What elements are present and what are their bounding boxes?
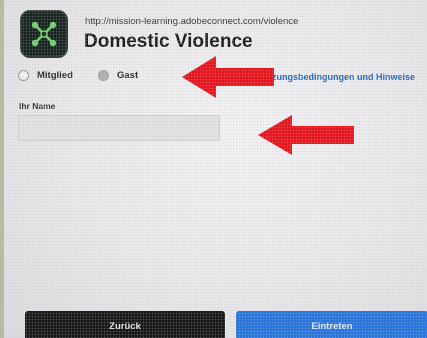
red-arrow-icon	[182, 56, 274, 98]
radio-mitglied-circle[interactable]	[18, 70, 29, 81]
adobe-connect-logo-icon	[20, 10, 68, 58]
meeting-title: Domestic Violence	[84, 31, 253, 52]
back-button[interactable]: Zurück	[25, 311, 225, 338]
name-field-label: Ihr Name	[19, 101, 56, 111]
enter-button[interactable]: Eintreten	[236, 311, 427, 338]
terms-link[interactable]: zungsbedingungen und Hinweise	[272, 72, 415, 82]
red-arrow-icon	[258, 115, 354, 155]
radio-mitglied[interactable]: Mitglied	[18, 70, 73, 81]
radio-gast[interactable]: Gast	[98, 70, 138, 81]
name-input[interactable]	[18, 115, 220, 141]
radio-mitglied-label: Mitglied	[37, 70, 73, 81]
radio-gast-circle[interactable]	[98, 70, 109, 81]
screen: http://mission-learning.adobeconnect.com…	[4, 0, 427, 338]
radio-gast-label: Gast	[117, 70, 139, 81]
meeting-url: http://mission-learning.adobeconnect.com…	[85, 16, 299, 27]
